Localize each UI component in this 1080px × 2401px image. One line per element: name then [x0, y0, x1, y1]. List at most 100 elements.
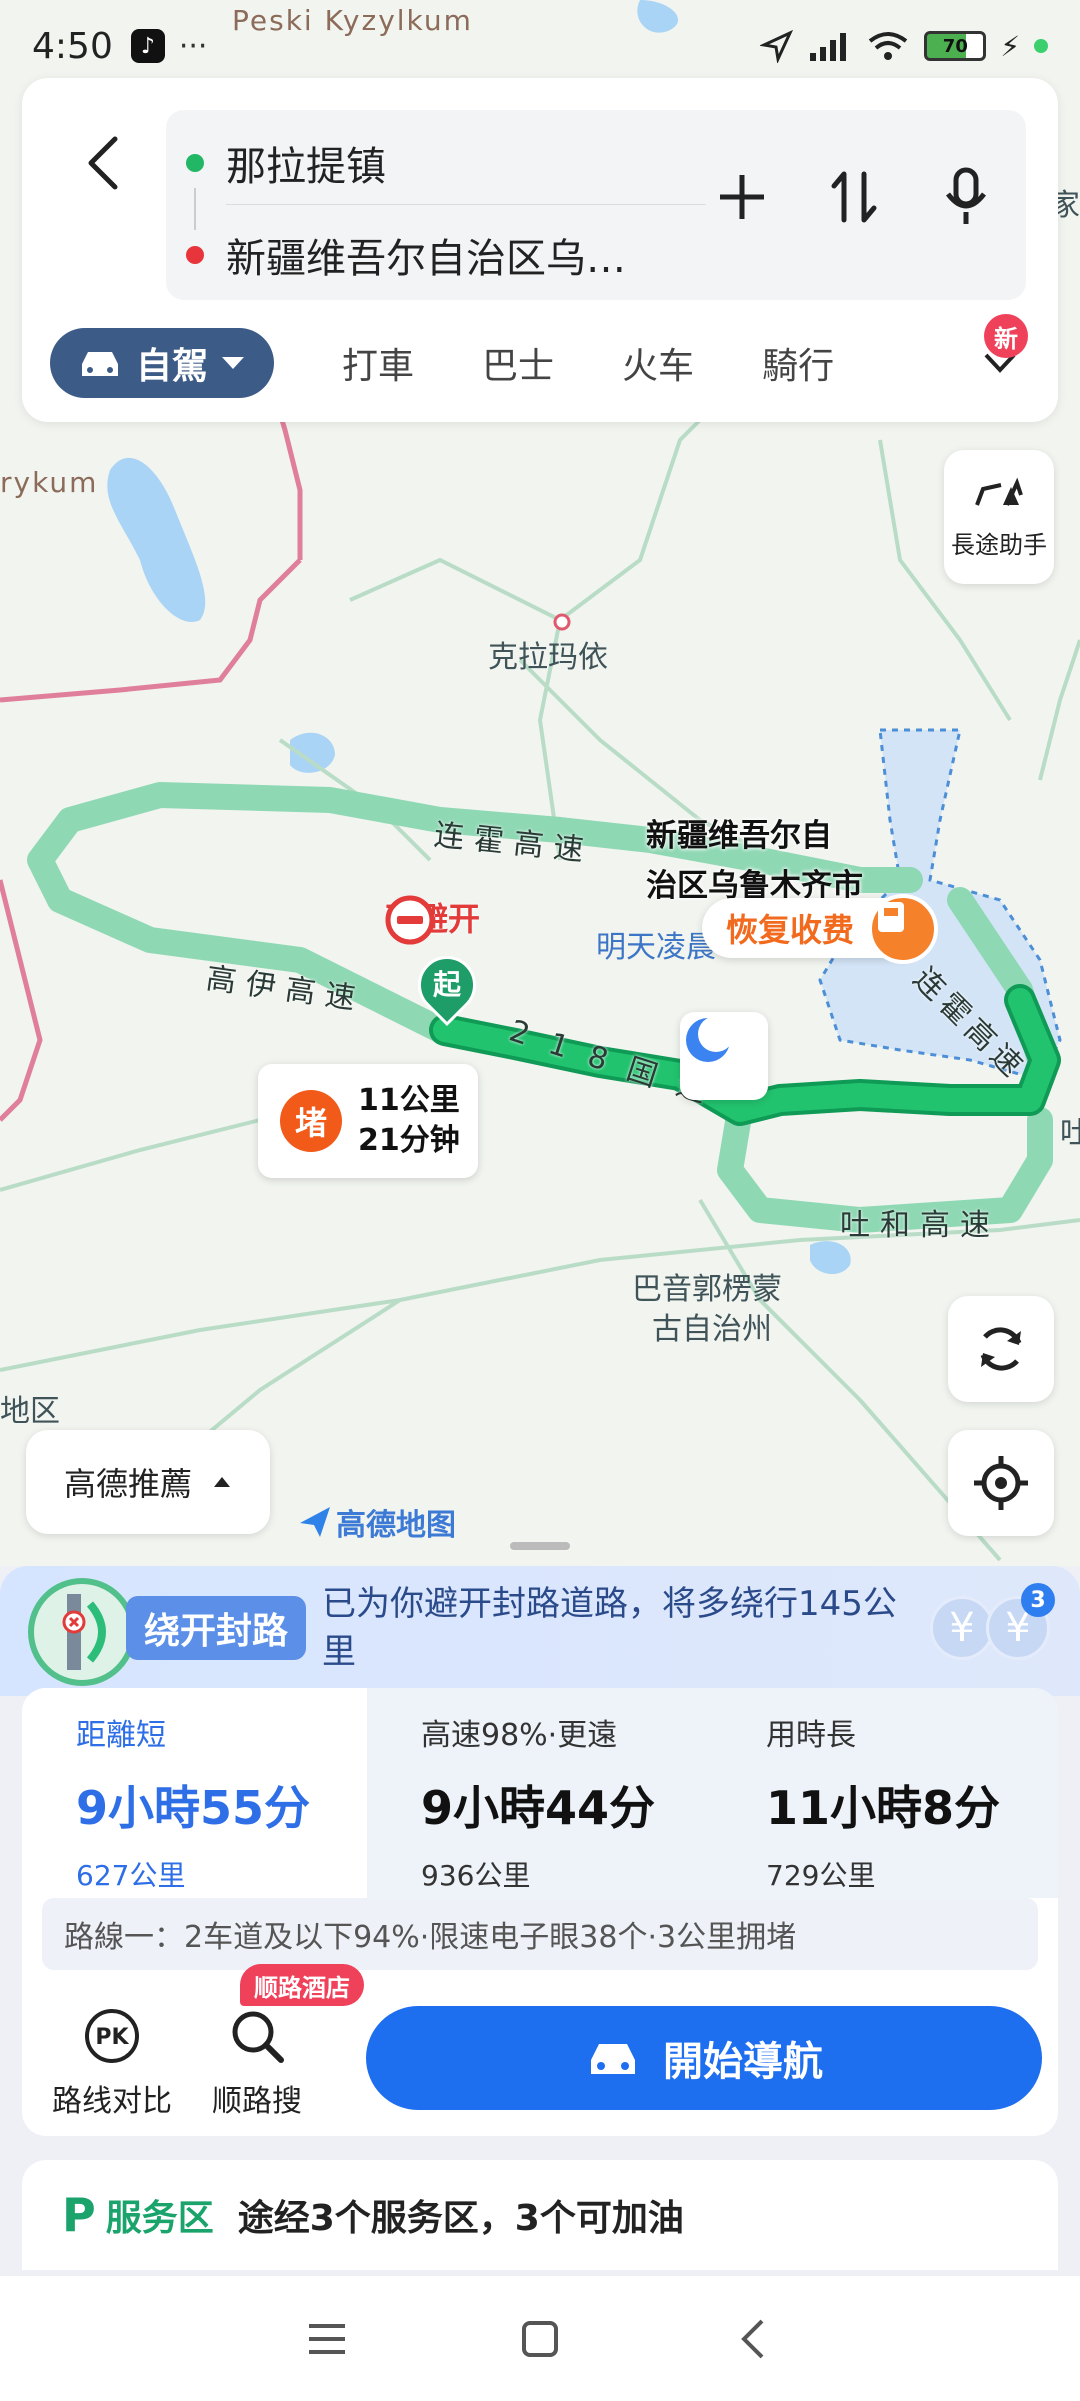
car-icon: [591, 2044, 635, 2074]
voice-input-button[interactable]: [936, 162, 996, 232]
recommend-label: 高德推薦: [63, 1465, 192, 1503]
toll-label: 恢复收费: [726, 911, 855, 949]
route-compare-label: 路线对比: [52, 2084, 172, 2119]
signal-icon: [810, 33, 847, 61]
start-pin-label: 起: [432, 968, 461, 1001]
tab-drive[interactable]: 自駕: [50, 328, 275, 398]
start-navigation-label: 開始導航: [663, 2039, 823, 2085]
long-trip-assistant-button[interactable]: 長途助手: [944, 450, 1054, 584]
tab-bike[interactable]: 騎行: [762, 337, 834, 389]
chevron-down-icon: [222, 357, 245, 369]
pk-icon: PK: [85, 2009, 139, 2063]
detour-description: 已为你避开封路道路，将多绕行145公里: [322, 1584, 897, 1672]
status-time: 4:50: [32, 25, 113, 67]
car-assistant-icon: [975, 477, 1023, 506]
long-trip-label: 長途助手: [951, 530, 1047, 559]
recommend-dropdown[interactable]: 高德推薦: [26, 1430, 270, 1534]
map-label-bayin-2: 古自治州: [652, 1312, 772, 1347]
detour-banner[interactable]: 绕开封路 已为你避开封路道路，将多绕行145公里 ¥ ¥ 3: [0, 1566, 1080, 1696]
route-option-distance: 729公里: [766, 1859, 876, 1892]
route-option-duration: 9小時44分: [421, 1781, 656, 1835]
tab-drive-label: 自駕: [136, 346, 209, 387]
back-arrow-icon: [88, 136, 118, 190]
toll-icon[interactable]: [868, 894, 938, 964]
amap-logo-icon: [300, 1507, 330, 1537]
route-option-1[interactable]: 距離短 9小時55分 627公里: [22, 1688, 367, 1898]
map-label-kelamayi: 克拉玛依: [488, 640, 608, 675]
route-option-duration: 11小時8分: [766, 1781, 1001, 1835]
my-location-button[interactable]: [948, 1430, 1054, 1536]
plus-icon: [720, 175, 764, 219]
route-description[interactable]: 路線一：2车道及以下94%·限速电子眼38个·3公里拥堵: [42, 1898, 1038, 1970]
menu-button[interactable]: [297, 2309, 357, 2369]
route-option-tag: 距離短: [76, 1718, 166, 1753]
map-label-mingtian: 明天凌晨: [596, 930, 716, 965]
travel-mode-tabs: 自駕 打車 巴士 火车 騎行 新: [50, 314, 1040, 398]
origin-field[interactable]: 那拉提镇: [186, 134, 386, 192]
caret-up-icon: [214, 1477, 230, 1487]
jam-badge: 堵: [280, 1090, 342, 1152]
more-modes-button[interactable]: 新: [960, 314, 1040, 398]
new-badge: 新: [984, 314, 1028, 358]
closed-road-icon: [62, 1594, 106, 1670]
search-along-button[interactable]: 顺路搜: [212, 2006, 302, 2120]
svg-text:PK: PK: [95, 2025, 129, 2050]
route-compare-button[interactable]: PK 路线对比: [52, 2006, 172, 2120]
origin-dot-icon: [186, 154, 204, 172]
night-moon-icon[interactable]: [680, 1012, 768, 1100]
back-chevron-icon: [741, 2319, 764, 2358]
home-button[interactable]: [510, 2309, 570, 2369]
hotel-badge[interactable]: 顺路酒店: [240, 1964, 364, 2006]
road-label-tuhe: 吐和高速: [840, 1208, 1000, 1243]
back-button[interactable]: [58, 118, 148, 208]
start-navigation-button[interactable]: 開始導航: [366, 2006, 1042, 2110]
map-label-rykum: rykum: [0, 466, 99, 499]
action-bar: PK 路线对比 顺路搜 顺路酒店 開始導航: [22, 1964, 1058, 2136]
swap-endpoints-button[interactable]: [824, 162, 884, 232]
amap-logo-text: 高德地图: [336, 1508, 456, 1543]
system-back-button[interactable]: [723, 2309, 783, 2369]
tab-train[interactable]: 火车: [622, 337, 694, 389]
jam-distance: 11公里: [358, 1083, 460, 1118]
tab-taxi[interactable]: 打車: [342, 337, 414, 389]
service-area-description: 途经3个服务区，3个可加油: [237, 2198, 684, 2239]
destination-text: 新疆维吾尔自治区乌…: [226, 236, 626, 282]
destination-dot-icon: [186, 246, 204, 264]
swap-icon: [831, 171, 877, 223]
crosshair-icon: [974, 1456, 1028, 1510]
menu-icon: [308, 2323, 345, 2354]
service-area-label: 服务区: [105, 2198, 214, 2239]
panel-drag-handle[interactable]: [510, 1542, 570, 1550]
traffic-jam-card[interactable]: 堵 11公里 21分钟: [258, 1064, 478, 1178]
city-label-line-1: 新疆维吾尔自: [646, 818, 832, 854]
toll-coins[interactable]: ¥ ¥ 3: [930, 1583, 1055, 1660]
avoided-marker[interactable]: 已避开: [384, 894, 480, 945]
active-dot-icon: [1034, 39, 1048, 53]
moon-icon: [686, 1016, 734, 1062]
car-icon: [82, 352, 118, 376]
origin-text: 那拉提镇: [226, 144, 386, 190]
more-notifications-icon: ···: [178, 28, 208, 64]
route-option-tag: 用時長: [766, 1718, 856, 1753]
route-search-card: 那拉提镇 新疆维吾尔自治区乌… 自駕 打車 巴士 火车 騎行 新: [22, 78, 1058, 422]
toll-booth-icon: [878, 902, 904, 932]
refresh-route-button[interactable]: [948, 1296, 1054, 1402]
service-area-card[interactable]: P 服务区 途经3个服务区，3个可加油: [22, 2160, 1058, 2270]
destination-field[interactable]: 新疆维吾尔自治区乌…: [186, 226, 626, 284]
system-nav-bar: [0, 2276, 1080, 2401]
route-option-tag: 高速98%·更遠: [421, 1718, 618, 1753]
route-option-distance: 627公里: [76, 1859, 186, 1892]
route-connector: [194, 188, 196, 230]
yuan-coin-icon: ¥ 3: [986, 1583, 1055, 1660]
service-area-icon: P: [62, 2188, 96, 2242]
tab-bus[interactable]: 巴士: [482, 337, 554, 389]
battery-icon: 70: [924, 31, 987, 61]
route-option-2[interactable]: 高速98%·更遠 9小時44分 936公里: [367, 1688, 712, 1898]
route-divider: [226, 204, 706, 205]
coin-count-badge: 3: [1021, 1583, 1055, 1617]
detour-road-icon: [28, 1578, 136, 1686]
detour-chip: 绕开封路: [126, 1596, 307, 1660]
microphone-icon: [946, 167, 986, 224]
route-option-3[interactable]: 用時長 11小時8分 729公里: [712, 1688, 1058, 1898]
add-waypoint-button[interactable]: [712, 162, 772, 232]
